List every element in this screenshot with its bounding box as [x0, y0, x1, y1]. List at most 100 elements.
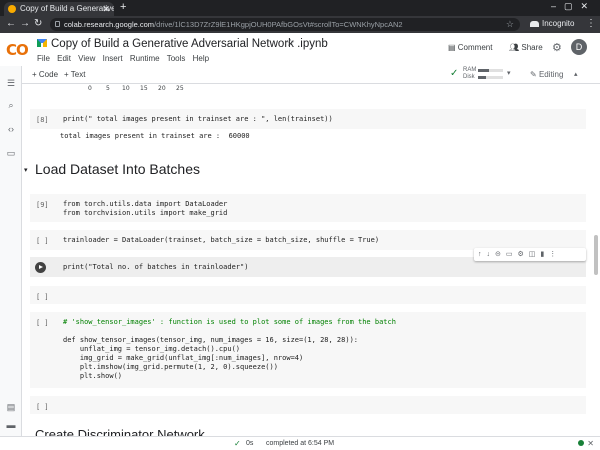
- axis-tick: 10: [122, 85, 130, 92]
- execution-status: completed at 6:54 PM: [266, 440, 335, 447]
- colab-header: CO Copy of Build a Generative Adversaria…: [0, 33, 600, 66]
- code-cell-trainset-count[interactable]: [8] print(" total images present in trai…: [30, 109, 586, 129]
- section-heading: Load Dataset Into Batches: [35, 161, 200, 177]
- tab-close-icon[interactable]: ✕: [102, 2, 110, 16]
- menu-runtime[interactable]: Runtime: [130, 54, 160, 63]
- code-line[interactable]: from torch.utils.data import DataLoader: [63, 200, 227, 209]
- notebook-body: 0 5 10 15 20 25 [8] print(" total images…: [22, 85, 592, 436]
- url-path: /drive/1lC13D7ZrZ9lE1HKgpjOUH0PAfbGOsVt#…: [154, 20, 403, 29]
- code-cell-imports[interactable]: [9] from torch.utils.data import DataLoa…: [30, 194, 586, 222]
- incognito-icon: [530, 20, 539, 27]
- comment-icon: ▤: [448, 43, 458, 52]
- table-of-contents-icon[interactable]: ☰: [6, 78, 16, 88]
- notebook-scrollbar[interactable]: [592, 85, 600, 436]
- code-line[interactable]: img_grid = make_grid(unflat_img[:num_ima…: [63, 354, 303, 363]
- mirror-cell-icon[interactable]: ◫: [529, 251, 541, 258]
- editing-mode-button[interactable]: ✎ Editing: [530, 70, 563, 79]
- command-palette-icon[interactable]: ▤: [6, 402, 16, 412]
- move-up-icon[interactable]: ↑: [478, 251, 487, 258]
- left-sidebar: ☰ ⌕ ‹› ▭ ▤ ▬: [0, 66, 22, 436]
- pencil-icon: ✎: [530, 70, 539, 79]
- connected-check-icon: ✓: [450, 68, 459, 79]
- address-bar: ← → ↻ colab.research.google.com/drive/1l…: [0, 16, 600, 33]
- cell-execution-count[interactable]: [9]: [36, 201, 49, 209]
- close-status-icon[interactable]: ✕: [587, 439, 594, 448]
- incognito-indicator[interactable]: Incognito: [530, 19, 574, 28]
- terminal-icon[interactable]: ▬: [6, 420, 16, 430]
- disk-meter-fill: [478, 76, 486, 79]
- menu-edit[interactable]: Edit: [57, 54, 71, 63]
- comment-cell-icon[interactable]: ▭: [506, 251, 518, 258]
- cell-settings-icon[interactable]: ⚙: [518, 251, 529, 258]
- cell-execution-count[interactable]: [ ]: [36, 319, 49, 327]
- code-line[interactable]: def show_tensor_images(tensor_img, num_i…: [63, 336, 358, 345]
- cell-execution-count[interactable]: [ ]: [36, 237, 49, 245]
- star-icon[interactable]: ☆: [286, 38, 295, 49]
- share-button[interactable]: 👥︎ Share: [509, 43, 543, 52]
- share-label: Share: [521, 43, 543, 52]
- logo-text: CO: [6, 41, 29, 59]
- resources-dropdown-icon[interactable]: ▾: [507, 69, 511, 77]
- cell-execution-count[interactable]: [ ]: [36, 403, 49, 411]
- new-tab-button[interactable]: +: [120, 1, 126, 13]
- notebook-toolbar: + Code + Text ✓ RAM Disk ▾ ✎ Editing ▴: [0, 66, 600, 84]
- status-bar: ✓ 0s completed at 6:54 PM ✕: [0, 436, 600, 450]
- scrollbar-thumb[interactable]: [594, 235, 598, 275]
- menu-file[interactable]: File: [37, 54, 50, 63]
- ram-label: RAM: [463, 67, 477, 73]
- browser-tab[interactable]: Copy of Build a Generative ✕: [4, 2, 114, 16]
- url-input[interactable]: colab.research.google.com/drive/1lC13D7Z…: [50, 18, 520, 31]
- resources-label[interactable]: RAM Disk: [463, 67, 476, 81]
- bookmark-star-icon[interactable]: ☆: [506, 18, 514, 31]
- menu-bar: File Edit View Insert Runtime Tools Help: [37, 54, 214, 63]
- code-line[interactable]: trainloader = DataLoader(trainset, batch…: [63, 236, 379, 245]
- code-cell-empty[interactable]: [ ]: [30, 396, 586, 414]
- code-snippets-icon[interactable]: ‹›: [6, 124, 16, 134]
- window-controls[interactable]: –▢✕: [551, 1, 596, 12]
- code-line[interactable]: unflat_img = tensor_img.detach().cpu(): [63, 345, 240, 354]
- reload-icon[interactable]: ↻: [34, 18, 42, 29]
- code-cell-show-tensor-images[interactable]: [ ] # 'show_tensor_images' : function is…: [30, 312, 586, 388]
- files-folder-icon[interactable]: ▭: [6, 148, 16, 158]
- add-code-button[interactable]: + Code: [32, 70, 58, 79]
- code-line[interactable]: plt.imshow(img_grid.permute(1, 2, 0).squ…: [63, 363, 278, 372]
- code-cell-empty[interactable]: [ ]: [30, 286, 586, 304]
- section-collapse-icon[interactable]: ▾: [24, 166, 28, 174]
- more-options-icon[interactable]: ⋮: [549, 251, 561, 258]
- share-icon: 👥︎: [509, 43, 522, 52]
- add-text-button[interactable]: + Text: [64, 70, 85, 79]
- menu-view[interactable]: View: [78, 54, 95, 63]
- browser-menu-icon[interactable]: ⋮: [586, 18, 596, 29]
- code-cell-trainloader[interactable]: [ ] trainloader = DataLoader(trainset, b…: [30, 230, 586, 250]
- code-line[interactable]: plt.show(): [63, 372, 122, 381]
- cell-execution-count[interactable]: [8]: [36, 116, 49, 124]
- editing-label: Editing: [538, 70, 564, 79]
- colab-logo[interactable]: CO: [6, 41, 29, 59]
- cell-execution-count[interactable]: [ ]: [36, 293, 49, 301]
- code-comment[interactable]: # 'show_tensor_images' : function is use…: [63, 318, 396, 327]
- menu-insert[interactable]: Insert: [103, 54, 123, 63]
- delete-cell-icon[interactable]: ▮: [540, 251, 549, 258]
- editing-dropdown-icon[interactable]: ▴: [574, 70, 578, 78]
- forward-icon[interactable]: →: [20, 18, 30, 29]
- comment-button[interactable]: ▤ Comment: [448, 43, 492, 52]
- settings-gear-icon[interactable]: ⚙: [552, 41, 562, 54]
- back-icon[interactable]: ←: [6, 18, 16, 29]
- url-host: colab.research.google.com: [64, 20, 155, 29]
- menu-tools[interactable]: Tools: [167, 54, 186, 63]
- move-down-icon[interactable]: ↓: [487, 251, 496, 258]
- code-line[interactable]: print("Total no. of batches in trainload…: [63, 263, 248, 272]
- search-icon[interactable]: ⌕: [6, 100, 16, 110]
- cell-toolbar: ↑↓⊝▭⚙◫▮⋮: [474, 248, 586, 261]
- browser-tab-bar: Copy of Build a Generative ✕ + –▢✕: [0, 0, 600, 16]
- axis-tick: 15: [140, 85, 148, 92]
- code-line[interactable]: print(" total images present in trainset…: [63, 115, 333, 124]
- code-line[interactable]: from torchvision.utils import make_grid: [63, 209, 227, 218]
- menu-help[interactable]: Help: [193, 54, 209, 63]
- run-cell-button[interactable]: [35, 262, 46, 273]
- avatar[interactable]: D: [571, 39, 587, 55]
- axis-tick: 5: [106, 85, 110, 92]
- link-icon[interactable]: ⊝: [495, 251, 506, 258]
- execution-time: 0s: [246, 440, 254, 447]
- ram-meter: [478, 69, 503, 72]
